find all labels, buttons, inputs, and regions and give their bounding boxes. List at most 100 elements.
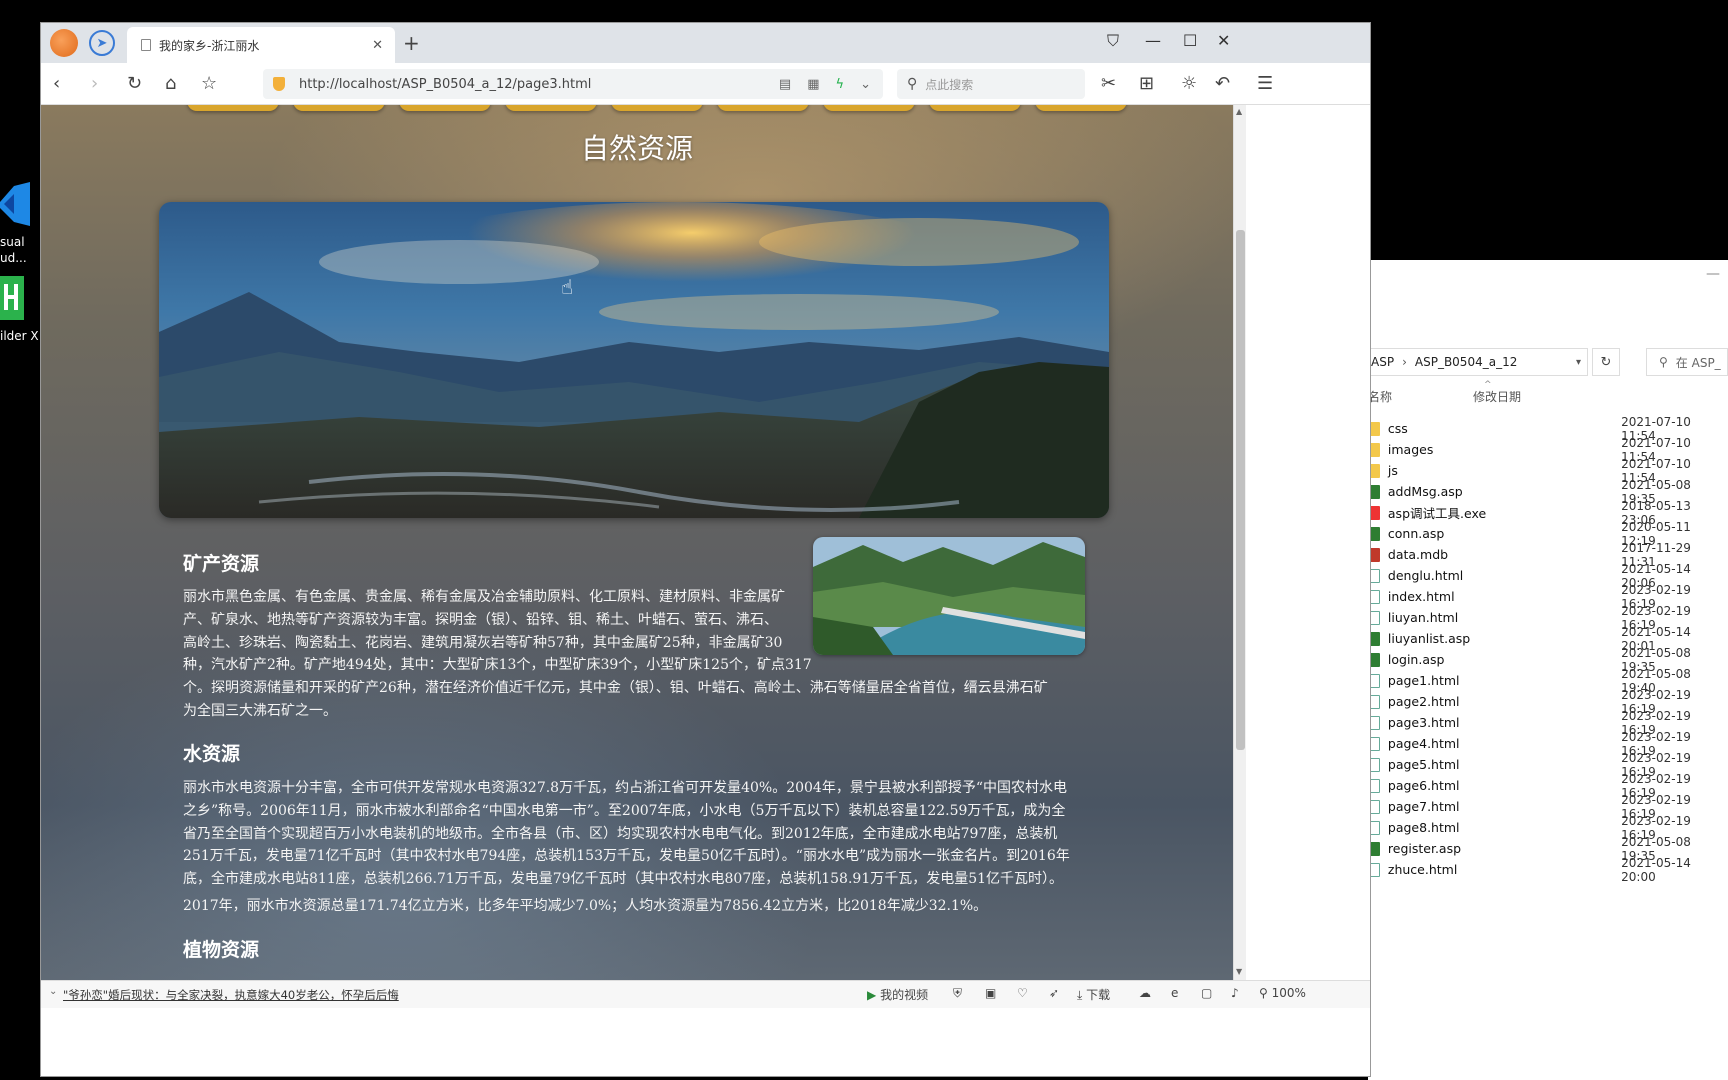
zoom-level: 100% — [1271, 986, 1306, 1000]
file-icon — [1370, 589, 1380, 604]
text-line: 251万千瓦，发电量71亿千瓦时（其中农村水电794座，总装机153万千瓦，发电… — [183, 848, 1070, 865]
nav-button-stub[interactable] — [505, 105, 597, 111]
text-line: 丽水市黑色金属、有色金属、贵金属、稀有金属及冶金辅助原料、化工原料、建材原料、非… — [183, 589, 785, 605]
chevron-down-icon[interactable]: ▾ — [1576, 357, 1581, 368]
refresh-icon[interactable]: ↻ — [1592, 348, 1620, 376]
zoom-control[interactable]: ⚲ 100% — [1259, 986, 1306, 1000]
tab-active[interactable]: 我的家乡-浙江丽水 ✕ — [127, 27, 395, 63]
explorer-search-input[interactable]: ⚲ 在 ASP_ — [1646, 348, 1728, 376]
url-bar[interactable]: http://localhost/ASP_B0504_a_12/page3.ht… — [263, 69, 883, 99]
tab-close-icon[interactable]: ✕ — [372, 38, 383, 53]
file-icon — [1370, 547, 1380, 562]
chevron-down-icon[interactable]: ⌄ — [860, 77, 871, 92]
play-icon: ▶ — [867, 988, 877, 1002]
file-icon — [1370, 736, 1380, 751]
undo-icon[interactable]: ↶ — [1215, 73, 1230, 94]
back-icon[interactable]: ‹ — [53, 73, 60, 94]
ie-icon[interactable]: e — [1171, 986, 1178, 1000]
search-placeholder: 点此搜索 — [925, 77, 974, 92]
nav-button-stub[interactable] — [187, 105, 279, 111]
rocket-icon[interactable]: ➶ — [1049, 986, 1059, 1000]
explorer-minimize-icon[interactable]: — — [1706, 266, 1720, 282]
file-icon — [1370, 568, 1380, 583]
address-crumb-asp[interactable]: ASP — [1371, 355, 1394, 369]
file-icon — [1370, 757, 1380, 772]
mouse-cursor-icon: ☝ — [561, 275, 574, 299]
column-header-name[interactable]: 名称 — [1368, 388, 1392, 405]
cloud-icon[interactable]: ☁ — [1139, 986, 1151, 1000]
text-line: 种，汽水矿产2种。矿产地494处，其中：大型矿床13个，中型矿床39个，小型矿床… — [183, 657, 812, 674]
image-icon[interactable]: ▣ — [985, 986, 996, 1000]
desktop-icon-hbuilder[interactable]: ilder X — [0, 276, 40, 344]
nav-button-stub[interactable] — [717, 105, 809, 111]
navigation-icon[interactable]: ➤ — [89, 30, 115, 56]
close-icon[interactable]: ✕ — [1217, 31, 1230, 50]
reader-mode-icon[interactable]: ▤ — [779, 77, 791, 92]
file-icon — [1370, 799, 1380, 814]
desktop-icon-visual-studio[interactable]: sual ud... — [0, 182, 40, 266]
download-label: 下载 — [1086, 988, 1111, 1002]
tab-bar: ➤ 我的家乡-浙江丽水 ✕ + ⛉ — ☐ ✕ — [41, 23, 1370, 63]
page-scrollbar[interactable]: ▲ ▼ — [1233, 105, 1246, 980]
address-crumb-folder[interactable]: ASP_B0504_a_12 — [1415, 355, 1517, 369]
menu-icon[interactable]: ☰ — [1257, 73, 1273, 94]
new-tab-icon[interactable]: + — [403, 31, 420, 55]
file-name: denglu.html — [1387, 568, 1464, 583]
nav-button-stub[interactable] — [611, 105, 703, 111]
nav-button-stub[interactable] — [293, 105, 385, 111]
file-icon — [1370, 673, 1380, 688]
minimize-icon[interactable]: — — [1145, 31, 1161, 50]
search-icon: ⚲ — [907, 76, 918, 92]
status-bar: ⌄ "爷孙恋"婚后现状：与全家决裂，执意嫁大40岁老公，怀孕后后悔 ▶ 我的视频… — [41, 980, 1370, 1008]
star-icon[interactable]: ☆ — [201, 73, 217, 94]
scroll-up-icon[interactable]: ▲ — [1236, 107, 1242, 116]
file-name: page7.html — [1387, 799, 1460, 814]
search-bar[interactable]: ⚲ 点此搜索 — [897, 69, 1085, 99]
home-icon[interactable]: ⌂ — [165, 73, 176, 94]
download-button[interactable]: ⤓ 下载 — [1077, 986, 1110, 1003]
section-text-water: 丽水市水电资源十分丰富，全市可供开发常规水电资源327.8万千瓦，约占浙江省可开… — [183, 777, 1070, 918]
file-name: page4.html — [1387, 736, 1460, 751]
my-video-label: 我的视频 — [880, 988, 929, 1002]
my-video-button[interactable]: ▶ 我的视频 — [867, 986, 928, 1003]
shield-status-icon[interactable]: ⛨ — [953, 986, 962, 1001]
text-line: 个。探明资源储量和开采的矿产26种，潜在经济价值近千亿元，其中金（银）、钼、叶蜡… — [183, 680, 1048, 697]
page-content: 自然资源 ☝ 矿产资源 丽水市黑色金属、有色金属、贵金属、稀有金属及冶金辅助原料… — [41, 105, 1233, 980]
visual-studio-icon — [0, 182, 30, 226]
scissors-icon[interactable]: ✂ — [1101, 73, 1116, 94]
status-news-link[interactable]: "爷孙恋"婚后现状：与全家决裂，执意嫁大40岁老公，怀孕后后悔 — [63, 987, 399, 1003]
maximize-icon[interactable]: ☐ — [1183, 31, 1197, 50]
lightning-icon[interactable]: ϟ — [836, 77, 845, 92]
shirt-skin-icon[interactable]: ⛉ — [1107, 31, 1119, 51]
qr-code-icon[interactable]: ▦ — [807, 77, 819, 92]
download-icon: ⤓ — [1077, 988, 1083, 1002]
file-name: css — [1387, 421, 1408, 436]
nav-button-stub[interactable] — [929, 105, 1021, 111]
file-row[interactable]: zhuce.html 2021-05-14 20:00 — [1368, 856, 1728, 884]
file-name: js — [1387, 463, 1398, 478]
nav-button-stub[interactable] — [1035, 105, 1127, 111]
scroll-down-icon[interactable]: ▼ — [1236, 967, 1242, 976]
apps-grid-icon[interactable]: ⊞ — [1139, 73, 1154, 94]
file-icon — [1370, 778, 1380, 793]
scrollbar-thumb[interactable] — [1236, 230, 1245, 750]
explorer-address-bar[interactable]: ASP › ASP_B0504_a_12 ▾ — [1368, 348, 1588, 376]
forward-icon[interactable]: › — [91, 73, 98, 94]
column-header-date[interactable]: 修改日期 — [1473, 388, 1521, 405]
nav-button-stub[interactable] — [399, 105, 491, 111]
heart-icon[interactable]: ♡ — [1017, 986, 1028, 1000]
file-name: page8.html — [1387, 820, 1460, 835]
browser-window: ➤ 我的家乡-浙江丽水 ✕ + ⛉ — ☐ ✕ ‹ › ↻ ⌂ ☆ http:/… — [40, 22, 1371, 1077]
window-icon[interactable]: ▢ — [1201, 986, 1212, 1000]
file-name: page3.html — [1387, 715, 1460, 730]
file-name: page2.html — [1387, 694, 1460, 709]
brightness-icon[interactable]: ☼ — [1181, 73, 1197, 94]
folder-icon — [1370, 421, 1380, 436]
speaker-icon[interactable]: ♪ — [1231, 986, 1239, 1000]
reload-icon[interactable]: ↻ — [127, 73, 142, 94]
nav-button-stub[interactable] — [823, 105, 915, 111]
browser-logo-icon[interactable] — [50, 29, 78, 57]
folder-icon — [1370, 442, 1380, 457]
chevron-down-icon[interactable]: ⌄ — [49, 986, 57, 997]
page-icon — [141, 39, 151, 51]
